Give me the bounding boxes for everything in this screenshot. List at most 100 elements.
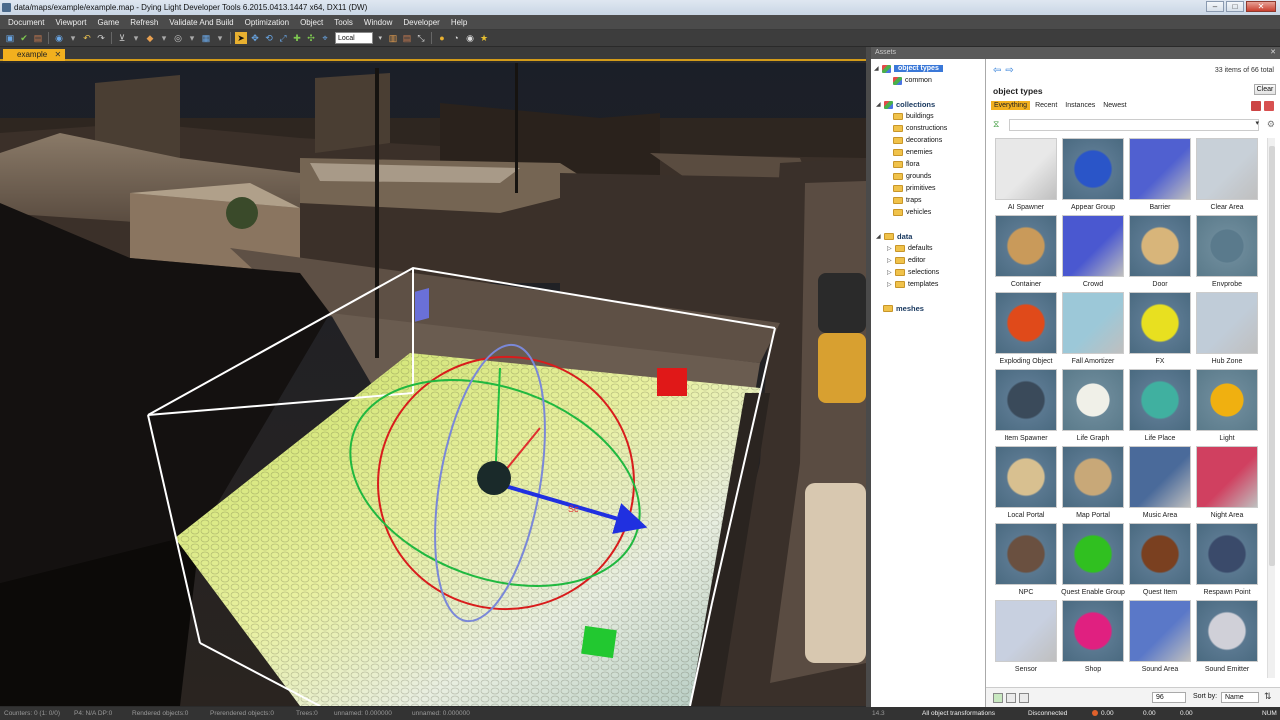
expand-icon[interactable]: ▷ (887, 269, 894, 276)
tree-item-decorations[interactable]: decorations (893, 135, 942, 146)
tree-item-primitives[interactable]: primitives (893, 183, 936, 194)
view-list-icon[interactable] (1019, 693, 1029, 703)
collapse-icon[interactable]: ◢ (876, 233, 883, 240)
menu-validate-and-build[interactable]: Validate And Build (169, 18, 233, 27)
asset-tile[interactable]: Clear Area (1194, 138, 1260, 215)
tree-item-buildings[interactable]: buildings (893, 111, 934, 122)
tree-item-vehicles[interactable]: vehicles (893, 207, 931, 218)
expand-icon[interactable]: ▷ (887, 245, 894, 252)
asset-tile[interactable]: Sound Emitter (1194, 600, 1260, 677)
menu-developer[interactable]: Developer (403, 18, 439, 27)
pivot-tool-icon[interactable]: ⌖ (319, 32, 331, 44)
tree-item-meshes[interactable]: meshes (883, 303, 924, 314)
tree-item-enemies[interactable]: enemies (893, 147, 932, 158)
search-options-icon[interactable]: ⚙ (1267, 119, 1275, 130)
sun-icon[interactable]: ● (436, 32, 448, 44)
filter-instances[interactable]: Instances (1062, 101, 1098, 110)
asset-tile[interactable]: Life Graph (1060, 369, 1126, 446)
expand-icon[interactable]: ▷ (887, 257, 894, 264)
collapse-icon[interactable]: ◢ (874, 65, 881, 72)
tree-item-common[interactable]: common (893, 75, 932, 86)
menu-object[interactable]: Object (300, 18, 323, 27)
filter-newest[interactable]: Newest (1100, 101, 1129, 110)
forward-arrow-icon[interactable]: ⇨ (1005, 65, 1013, 76)
asset-tile[interactable]: Fall Amortizer (1060, 292, 1126, 369)
scale-tool-icon[interactable]: ⤢ (277, 32, 289, 44)
asset-tile[interactable]: Crowd (1060, 215, 1126, 292)
tree-item-traps[interactable]: traps (893, 195, 922, 206)
dropdown-arrow-icon[interactable]: ▾ (214, 32, 226, 44)
asset-tile[interactable]: Map Portal (1060, 446, 1126, 523)
asset-tile[interactable]: Appear Group (1060, 138, 1126, 215)
menu-game[interactable]: Game (97, 18, 119, 27)
dropdown-arrow-icon[interactable]: ▾ (67, 32, 79, 44)
asset-tile[interactable]: Item Spawner (993, 369, 1059, 446)
menu-document[interactable]: Document (8, 18, 44, 27)
asset-tile[interactable]: Quest Item (1127, 523, 1193, 600)
camera-bookmark-icon[interactable]: ▥ (387, 32, 399, 44)
asset-tile[interactable]: Hub Zone (1194, 292, 1260, 369)
asset-tile[interactable]: Door (1127, 215, 1193, 292)
close-window-button[interactable]: ✕ (1246, 1, 1276, 12)
tree-item-object-types[interactable]: ◢ object types (874, 63, 943, 74)
transform-tool-icon[interactable]: ✚ (291, 32, 303, 44)
minimize-button[interactable]: – (1206, 1, 1224, 12)
undo-icon[interactable]: ↶ (81, 32, 93, 44)
grid-icon[interactable]: ▦ (200, 32, 212, 44)
filter-icon[interactable]: ⊻ (116, 32, 128, 44)
asset-tile[interactable]: Night Area (1194, 446, 1260, 523)
collapse-icon[interactable]: ◢ (876, 101, 883, 108)
tree-item-constructions[interactable]: constructions (893, 123, 947, 134)
clear-button[interactable]: Clear (1254, 84, 1276, 95)
asset-tile[interactable]: FX (1127, 292, 1193, 369)
snap-icon[interactable]: ◆ (144, 32, 156, 44)
asset-tile[interactable]: Light (1194, 369, 1260, 446)
globe-icon[interactable]: ◉ (53, 32, 65, 44)
tree-item-defaults[interactable]: ▷ defaults (887, 243, 933, 254)
tree-item-selections[interactable]: ▷ selections (887, 267, 939, 278)
clock-icon[interactable]: ◔ (450, 32, 462, 44)
back-arrow-icon[interactable]: ⇦ (993, 65, 1001, 76)
scrollbar-thumb[interactable] (1269, 146, 1275, 566)
filter-funnel-icon[interactable]: ⧖ (993, 119, 999, 130)
expand-icon[interactable]: ▷ (887, 281, 894, 288)
asset-tile[interactable]: Barrier (1127, 138, 1193, 215)
asset-tile[interactable]: Exploding Object (993, 292, 1059, 369)
star-icon[interactable]: ★ (478, 32, 490, 44)
menu-tools[interactable]: Tools (334, 18, 353, 27)
redo-icon[interactable]: ↷ (95, 32, 107, 44)
asset-tile[interactable]: Respawn Point (1194, 523, 1260, 600)
asset-tile[interactable]: Sound Area (1127, 600, 1193, 677)
menu-viewport[interactable]: Viewport (55, 18, 86, 27)
sort-direction-icon[interactable]: ⇅ (1264, 691, 1272, 702)
tab-example[interactable]: example ✕ (3, 49, 66, 61)
layers-icon[interactable]: ▤ (401, 32, 413, 44)
menu-optimization[interactable]: Optimization (245, 18, 289, 27)
thumbnail-size-select[interactable]: 96 (1152, 692, 1186, 703)
menu-refresh[interactable]: Refresh (130, 18, 158, 27)
asset-tile[interactable]: Music Area (1127, 446, 1193, 523)
maximize-button[interactable]: □ (1226, 1, 1244, 12)
dropdown-arrow-icon[interactable]: ▾ (158, 32, 170, 44)
tree-item-collections[interactable]: ◢ collections (876, 99, 935, 110)
universal-tool-icon[interactable]: ✣ (305, 32, 317, 44)
view-thumbnails-icon[interactable] (1006, 693, 1016, 703)
filter-recent[interactable]: Recent (1032, 101, 1060, 110)
tree-item-data[interactable]: ◢ data (876, 231, 912, 242)
tree-item-flora[interactable]: flora (893, 159, 920, 170)
close-tab-icon[interactable]: ✕ (55, 49, 62, 61)
search-dropdown-icon[interactable]: ▾ (1255, 119, 1259, 127)
tree-item-editor[interactable]: ▷ editor (887, 255, 926, 266)
sort-select[interactable]: Name (1221, 692, 1259, 703)
info-icon[interactable]: ◉ (464, 32, 476, 44)
asset-tile[interactable]: Sensor (993, 600, 1059, 677)
menu-help[interactable]: Help (451, 18, 467, 27)
asset-tile[interactable]: Local Portal (993, 446, 1059, 523)
asset-tile[interactable]: Envprobe (1194, 215, 1260, 292)
dropdown-arrow-icon[interactable]: ▾ (130, 32, 142, 44)
view-details-icon[interactable] (993, 693, 1003, 703)
asset-tile[interactable]: Quest Enable Group (1060, 523, 1126, 600)
search-input[interactable] (1009, 119, 1259, 131)
rotate-tool-icon[interactable]: ⟲ (263, 32, 275, 44)
select-tool-icon[interactable]: ➤ (235, 32, 247, 44)
